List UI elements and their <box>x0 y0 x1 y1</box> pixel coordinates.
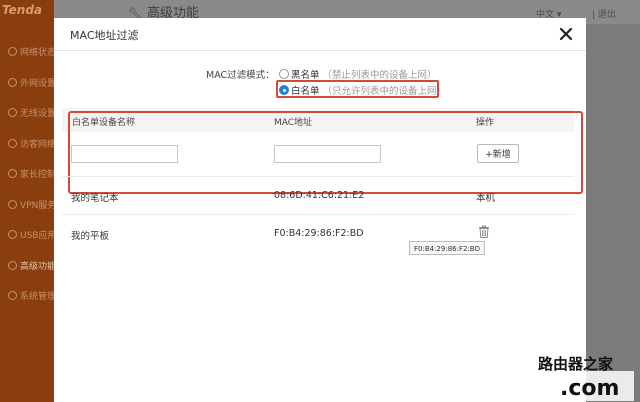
close-icon[interactable] <box>558 26 574 42</box>
dialog-header: MAC地址过滤 <box>54 18 586 51</box>
mac-tooltip: F0:B4:29:86:F2:BD <box>409 241 485 255</box>
menu-icon <box>8 169 17 178</box>
trash-icon[interactable] <box>478 225 490 238</box>
radio-unchecked-icon[interactable] <box>279 69 289 79</box>
sidebar-item-parental-control[interactable]: 家长控制 <box>0 160 54 191</box>
highlight-box-mode <box>276 80 439 98</box>
svg-text:路由器之家: 路由器之家 <box>538 355 613 373</box>
menu-icon <box>8 291 17 300</box>
logout-link[interactable]: | 退出 <box>592 7 616 20</box>
sidebar-item-guest-network[interactable]: 访客网络 <box>0 130 54 161</box>
sidebar: Tenda 网络状态 外网设置 无线设置 访客网络 家长控制 VPN服务 USB… <box>0 0 54 402</box>
menu-icon <box>8 108 17 117</box>
sidebar-item-wireless[interactable]: 无线设置 <box>0 99 54 130</box>
sidebar-item-vpn[interactable]: VPN服务 <box>0 191 54 222</box>
dialog-title: MAC地址过滤 <box>70 29 139 42</box>
mac-address: F0:B4:29:86:F2:BD <box>274 228 364 239</box>
menu-icon <box>8 47 17 56</box>
sidebar-item-usb[interactable]: USB应用 <box>0 221 54 252</box>
watermark-logo: 路由器之家 .com <box>534 355 634 401</box>
table-row: 我的笔记本 08:6D:41:C6:21:E2 本机 <box>62 176 574 213</box>
this-device-label: 本机 <box>476 193 496 204</box>
sidebar-item-network-status[interactable]: 网络状态 <box>0 38 54 69</box>
menu-icon <box>8 138 17 148</box>
svg-text:.com: .com <box>560 376 619 401</box>
mac-address: 08:6D:41:C6:21:E2 <box>274 190 365 201</box>
menu-icon <box>8 77 17 87</box>
device-name: 我的平板 <box>71 231 110 242</box>
filter-mode-label: MAC过滤模式： <box>206 70 275 81</box>
sidebar-item-system[interactable]: 系统管理 <box>0 282 54 313</box>
blacklist-option[interactable]: 黑名单 （禁止列表中的设备上网） <box>279 67 437 81</box>
menu-icon <box>8 260 17 270</box>
sidebar-item-advanced[interactable]: 高级功能 <box>0 252 54 283</box>
menu-icon <box>8 199 17 209</box>
sidebar-menu: 网络状态 外网设置 无线设置 访客网络 家长控制 VPN服务 USB应用 高级功… <box>0 38 54 313</box>
sidebar-item-wan-settings[interactable]: 外网设置 <box>0 69 54 100</box>
mac-filter-dialog: MAC地址过滤 MAC过滤模式： 黑名单 （禁止列表中的设备上网） 白名单 （只允许… <box>54 18 586 402</box>
menu-icon <box>8 230 17 239</box>
table-row: 我的平板 F0:B4:29:86:F2:BD <box>62 214 574 251</box>
device-name: 我的笔记本 <box>71 193 119 204</box>
